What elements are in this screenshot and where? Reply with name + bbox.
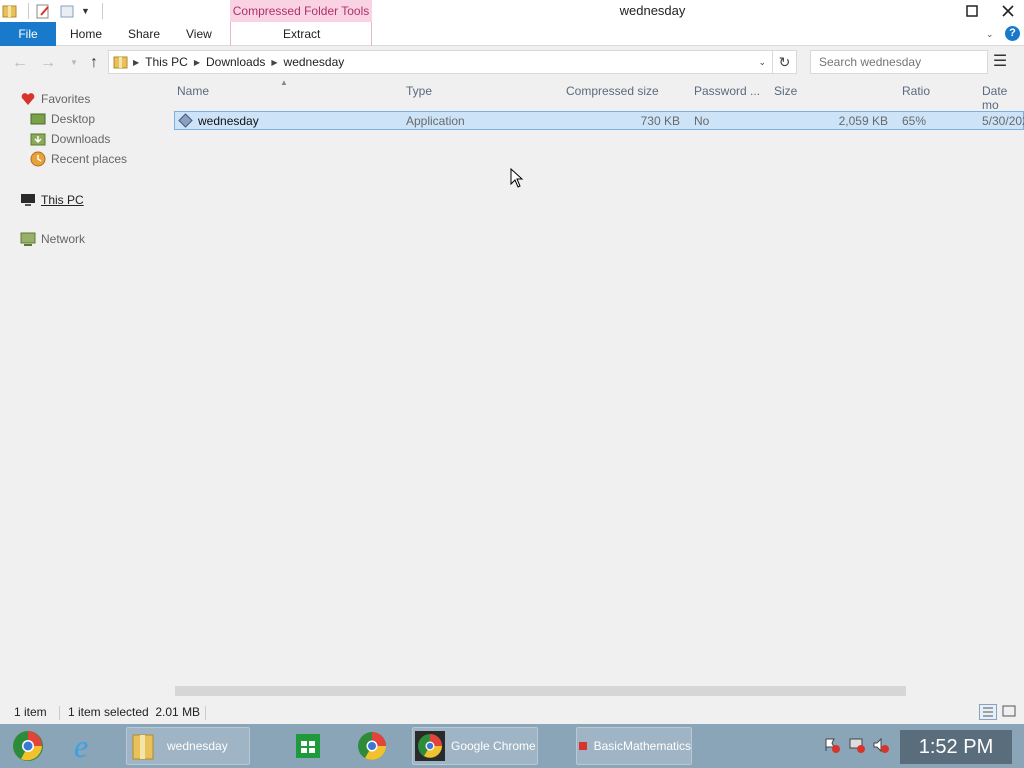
- ribbon-expand-icon[interactable]: ⌄: [986, 22, 994, 46]
- breadcrumb-downloads[interactable]: Downloads: [206, 55, 265, 69]
- taskbar-app-label: BasicMathematics: [593, 739, 691, 753]
- chrome-icon: [415, 731, 445, 761]
- tab-share[interactable]: Share: [128, 22, 160, 46]
- nav-desktop[interactable]: Desktop: [30, 109, 95, 129]
- quick-access-toolbar: ▼: [0, 0, 107, 22]
- volume-muted-icon[interactable]: [873, 737, 889, 753]
- search-input[interactable]: [810, 50, 988, 74]
- file-ratio: 65%: [902, 114, 927, 128]
- item-count: 1 item: [14, 705, 47, 719]
- folder-icon: [113, 54, 129, 70]
- new-folder-icon[interactable]: [59, 3, 75, 19]
- column-header-ratio[interactable]: Ratio: [902, 84, 930, 98]
- breadcrumb-wednesday[interactable]: wednesday: [284, 55, 345, 69]
- window-title: wednesday: [619, 3, 686, 18]
- taskbar-chrome-label: Google Chrome: [451, 739, 536, 753]
- taskbar-explorer-label: wednesday: [167, 739, 228, 753]
- nav-network[interactable]: Network: [20, 229, 85, 249]
- tab-file[interactable]: File: [0, 22, 56, 46]
- file-row[interactable]: [174, 111, 1024, 130]
- heart-icon: [20, 91, 36, 107]
- taskbar-store[interactable]: [292, 727, 324, 765]
- folder-icon: [132, 734, 154, 760]
- taskbar-basic-mathematics[interactable]: BasicMathematics: [576, 727, 692, 765]
- chrome-icon: [13, 731, 43, 761]
- help-icon[interactable]: ?: [1005, 26, 1020, 41]
- large-icons-view-icon[interactable]: [1001, 704, 1019, 720]
- downloads-icon: [30, 131, 46, 147]
- tab-home[interactable]: Home: [70, 22, 102, 46]
- recent-locations-icon[interactable]: ▼: [64, 53, 84, 73]
- sort-indicator-icon: ▲: [280, 78, 288, 87]
- customize-qat-icon[interactable]: ▼: [81, 6, 90, 16]
- start-button[interactable]: [8, 727, 48, 765]
- network-status-icon[interactable]: [849, 737, 865, 753]
- store-icon: [296, 734, 320, 758]
- taskbar: e wednesday Google Chrome BasicMathemati…: [0, 724, 1024, 768]
- ribbon: File Home Share View Extract ⌄ ?: [0, 22, 1024, 46]
- navigation-bar: ← → ▼ ↑ ▶ This PC ▶ Downloads ▶ wednesda…: [0, 47, 1024, 79]
- horizontal-scrollbar[interactable]: [175, 686, 906, 696]
- nav-favorites[interactable]: Favorites: [20, 89, 90, 109]
- breadcrumb-separator-icon[interactable]: ▶: [271, 58, 277, 67]
- taskbar-internet-explorer[interactable]: e: [66, 727, 106, 765]
- column-header-password[interactable]: Password ...: [694, 84, 760, 98]
- file-type: Application: [406, 114, 465, 128]
- breadcrumb-separator-icon[interactable]: ▶: [133, 58, 139, 67]
- up-button[interactable]: ↑: [84, 53, 104, 73]
- svg-text:e: e: [74, 729, 88, 763]
- breadcrumb-separator-icon[interactable]: ▶: [194, 58, 200, 67]
- application-icon: [178, 113, 193, 128]
- desktop-icon: [30, 111, 46, 127]
- status-bar: 1 item 1 item selected 2.01 MB: [0, 700, 1024, 724]
- tab-extract[interactable]: Extract: [283, 22, 320, 46]
- mouse-cursor-icon: [510, 168, 524, 188]
- close-button[interactable]: [991, 0, 1024, 22]
- computer-icon: [20, 192, 36, 208]
- tab-view[interactable]: View: [186, 22, 212, 46]
- maximize-button[interactable]: [955, 0, 989, 22]
- recent-places-icon: [30, 151, 46, 167]
- compressed-folder-tools-label: Compressed Folder Tools: [230, 0, 372, 22]
- action-center-icon[interactable]: [824, 737, 840, 753]
- column-header-compressed-size[interactable]: Compressed size: [566, 84, 659, 98]
- taskbar-clock[interactable]: 1:52 PM: [900, 730, 1012, 764]
- taskbar-file-explorer[interactable]: wednesday: [126, 727, 250, 765]
- nav-downloads[interactable]: Downloads: [30, 129, 110, 149]
- file-size: 2,059 KB: [838, 114, 888, 128]
- nav-this-pc[interactable]: This PC: [20, 190, 84, 210]
- breadcrumb-this-pc[interactable]: This PC: [145, 55, 188, 69]
- properties-icon[interactable]: [35, 3, 51, 19]
- taskbar-google-chrome[interactable]: Google Chrome: [412, 727, 538, 765]
- column-header-size[interactable]: Size: [774, 84, 797, 98]
- navigation-pane: Favorites Desktop Downloads Recent place…: [0, 80, 170, 700]
- details-view-icon[interactable]: [979, 704, 997, 720]
- menu-icon[interactable]: ☰: [990, 50, 1010, 74]
- basic-mathematics-icon: [579, 742, 587, 750]
- file-password: No: [694, 114, 710, 128]
- taskbar-chrome-pinned[interactable]: [352, 727, 392, 765]
- folder-icon: [2, 3, 18, 19]
- address-history-icon[interactable]: ⌄: [758, 57, 766, 68]
- title-bar: ▼ Compressed Folder Tools wednesday: [0, 0, 1024, 22]
- internet-explorer-icon: e: [74, 729, 88, 763]
- column-header-type[interactable]: Type: [406, 84, 432, 98]
- file-compressed-size: 730 KB: [640, 114, 680, 128]
- maximize-icon: [966, 5, 978, 17]
- nav-recent-places[interactable]: Recent places: [30, 149, 127, 169]
- selection-info: 1 item selected 2.01 MB: [68, 705, 201, 719]
- refresh-button[interactable]: ↻: [773, 50, 797, 74]
- back-button[interactable]: ←: [10, 53, 30, 73]
- column-header-date-modified[interactable]: Date mo: [982, 84, 1024, 112]
- address-bar[interactable]: ▶ This PC ▶ Downloads ▶ wednesday ⌄: [108, 50, 773, 74]
- column-header-name[interactable]: Name: [177, 84, 209, 98]
- close-icon: [1002, 5, 1014, 17]
- file-date: 5/30/202: [982, 114, 1024, 128]
- network-icon: [20, 231, 36, 247]
- forward-button[interactable]: →: [38, 53, 58, 73]
- file-name[interactable]: wednesday: [198, 114, 259, 128]
- chrome-icon: [358, 732, 386, 760]
